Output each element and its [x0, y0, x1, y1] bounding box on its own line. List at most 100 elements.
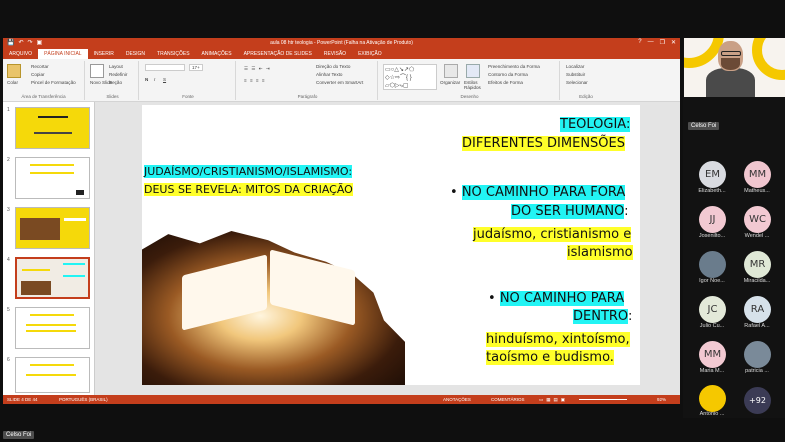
participant-avatar[interactable] [699, 385, 726, 412]
paste-icon [7, 64, 21, 78]
participant-name: Antonio ... [699, 411, 725, 417]
tab-home[interactable]: PÁGINA INICIAL [38, 49, 88, 59]
layout-button[interactable]: Layout [109, 64, 123, 69]
title-bar: 💾 ↶ ↷ ▣ aula 08 htr teologia - PowerPoin… [3, 38, 680, 49]
presenter-name: Celso Foi [688, 122, 720, 130]
participant-avatar[interactable]: MM [744, 161, 771, 188]
participant-name: Rafael A... [744, 323, 770, 329]
format-painter-button[interactable]: Pincel de Formatação [31, 80, 76, 85]
participant-name: Julio Cu... [699, 323, 725, 329]
participant-name: Matheus... [744, 188, 770, 194]
tab-transitions[interactable]: TRANSIÇÕES [151, 49, 196, 59]
bullet2-body-line2: taoísmo e budismo. [486, 350, 614, 365]
participant-avatar[interactable]: MR [744, 251, 771, 278]
cut-button[interactable]: Recortar [31, 64, 49, 69]
ribbon: Colar Recortar Copiar Pincel de Formataç… [3, 59, 680, 102]
thumb-number: 2 [7, 157, 10, 163]
close-button[interactable]: ✕ [671, 39, 676, 46]
align-text-button[interactable]: Alinhar Texto [316, 72, 342, 77]
align-buttons-icon[interactable]: ≡ ≡ ≡ ≡ [244, 78, 266, 83]
clipboard-group-label: Área de Transferência [21, 94, 66, 99]
more-participants-button[interactable]: +92 [744, 387, 771, 414]
bullet2-line2: DENTRO: [573, 309, 633, 324]
smartart-button[interactable]: Converter em SmartArt [316, 80, 363, 85]
arrange-icon [444, 64, 458, 78]
window-controls: ? — ❐ ✕ [638, 39, 676, 46]
minimize-button[interactable]: — [648, 39, 654, 46]
tab-view[interactable]: EXIBIÇÃO [352, 49, 388, 59]
bullet1-line2: DO SER HUMANO: [511, 204, 629, 219]
tab-design[interactable]: DESIGN [120, 49, 151, 59]
slide-thumbnail-3[interactable] [15, 207, 90, 249]
italic-button[interactable]: I [154, 77, 155, 82]
replace-button[interactable]: Substituir [566, 72, 585, 77]
select-button[interactable]: Selecionar [566, 80, 588, 85]
participant-avatar[interactable]: EM [699, 161, 726, 188]
drawing-group-label: Desenho [460, 94, 479, 99]
zoom-level[interactable]: 92% [657, 397, 666, 402]
participant-avatar[interactable]: MM [699, 341, 726, 368]
slide-thumbnail-6[interactable] [15, 357, 90, 393]
participant-photo[interactable] [699, 251, 726, 278]
thumb-number: 5 [7, 307, 10, 313]
bullet2-line1: • NO CAMINHO PARA [488, 291, 625, 306]
language-indicator[interactable]: PORTUGUÊS (BRASIL) [59, 397, 108, 402]
shape-outline-button[interactable]: Contorno da Forma [488, 72, 528, 77]
paste-button[interactable]: Colar [7, 80, 18, 85]
drawing-group: ▭○△↘↗⬠ ◇☆⇨⌒{ } ▱⬡▷⤷▢ Organizar Estilos Ráp… [380, 61, 560, 100]
help-icon[interactable]: ? [638, 39, 641, 46]
arrange-button[interactable]: Organizar [440, 80, 460, 85]
participant-name: Wendel ... [744, 233, 770, 239]
tab-slideshow[interactable]: APRESENTAÇÃO DE SLIDES [238, 49, 318, 59]
glasses-icon [721, 51, 741, 56]
tab-review[interactable]: REVISÃO [318, 49, 352, 59]
tab-file[interactable]: ARQUIVO [3, 49, 38, 59]
workspace: 1 2 3 4 5 6 TEOLOGIA: DIFERENTES DIMENSÕ… [3, 102, 680, 395]
section-button[interactable]: Seção [109, 80, 122, 85]
bullet1-body-line1: judaísmo, cristianismo e [473, 227, 632, 242]
slide-thumbnail-4[interactable] [15, 257, 90, 299]
participant-avatar[interactable]: WC [744, 206, 771, 233]
comments-button[interactable]: COMENTÁRIOS [491, 397, 525, 402]
shape-fill-button[interactable]: Preenchimento da Forma [488, 64, 540, 69]
paragraph-group: ☰ ☰ ⇤ ⇥ ≡ ≡ ≡ ≡ Direção do Texto Alinhar… [238, 61, 378, 100]
participant-avatar[interactable]: RA [744, 296, 771, 323]
reset-button[interactable]: Redefinir [109, 72, 127, 77]
list-buttons-icon[interactable]: ☰ ☰ ⇤ ⇥ [244, 66, 271, 72]
underline-button[interactable]: S [163, 77, 166, 82]
participant-name: Josenilto... [698, 233, 726, 239]
window-title: aula 08 htr teologia - PowerPoint (Falha… [270, 40, 413, 46]
text-direction-button[interactable]: Direção do Texto [316, 64, 350, 69]
tab-animations[interactable]: ANIMAÇÕES [196, 49, 238, 59]
shape-effects-button[interactable]: Efeitos de Forma [488, 80, 523, 85]
zoom-slider[interactable] [579, 399, 627, 400]
tab-insert[interactable]: INSERIR [88, 49, 120, 59]
participant-name: Elizabeth... [698, 188, 726, 194]
slides-group: Novo Slide Layout Redefinir Seção Slides [87, 61, 139, 100]
slide-thumbnail-2[interactable] [15, 157, 90, 199]
font-name-combo[interactable] [145, 64, 185, 71]
slide-thumbnail-5[interactable] [15, 307, 90, 349]
thumb-number: 6 [7, 357, 10, 363]
editing-group-label: Edição [579, 94, 593, 99]
quick-styles-button[interactable]: Estilos Rápidos [464, 80, 484, 90]
font-size-combo[interactable]: 17+ [189, 64, 203, 71]
participant-avatar[interactable]: JC [699, 296, 726, 323]
presenter-video [684, 38, 785, 97]
shapes-gallery[interactable]: ▭○△↘↗⬠ ◇☆⇨⌒{ } ▱⬡▷⤷▢ [383, 64, 437, 90]
bold-button[interactable]: N [145, 77, 148, 82]
slide-thumbnail-1[interactable] [15, 107, 90, 149]
view-buttons-icon[interactable]: ▭▦▤▣ [539, 397, 568, 403]
find-button[interactable]: Localizar [566, 64, 584, 69]
participant-avatar[interactable]: JJ [699, 206, 726, 233]
bottom-speaker-name: Celso Foi [3, 431, 35, 439]
current-slide[interactable]: TEOLOGIA: DIFERENTES DIMENSÕES JUDAÍSMO/… [142, 105, 640, 385]
quick-styles-icon [466, 64, 480, 78]
copy-button[interactable]: Copiar [31, 72, 45, 77]
status-bar: SLIDE 4 DE 44 PORTUGUÊS (BRASIL) ANOTAÇÕ… [3, 395, 680, 404]
participant-photo[interactable] [744, 341, 771, 368]
slide-title-line1: TEOLOGIA: [560, 117, 631, 132]
restore-button[interactable]: ❐ [660, 39, 665, 46]
slides-group-label: Slides [106, 94, 119, 99]
notes-button[interactable]: ANOTAÇÕES [443, 397, 471, 402]
